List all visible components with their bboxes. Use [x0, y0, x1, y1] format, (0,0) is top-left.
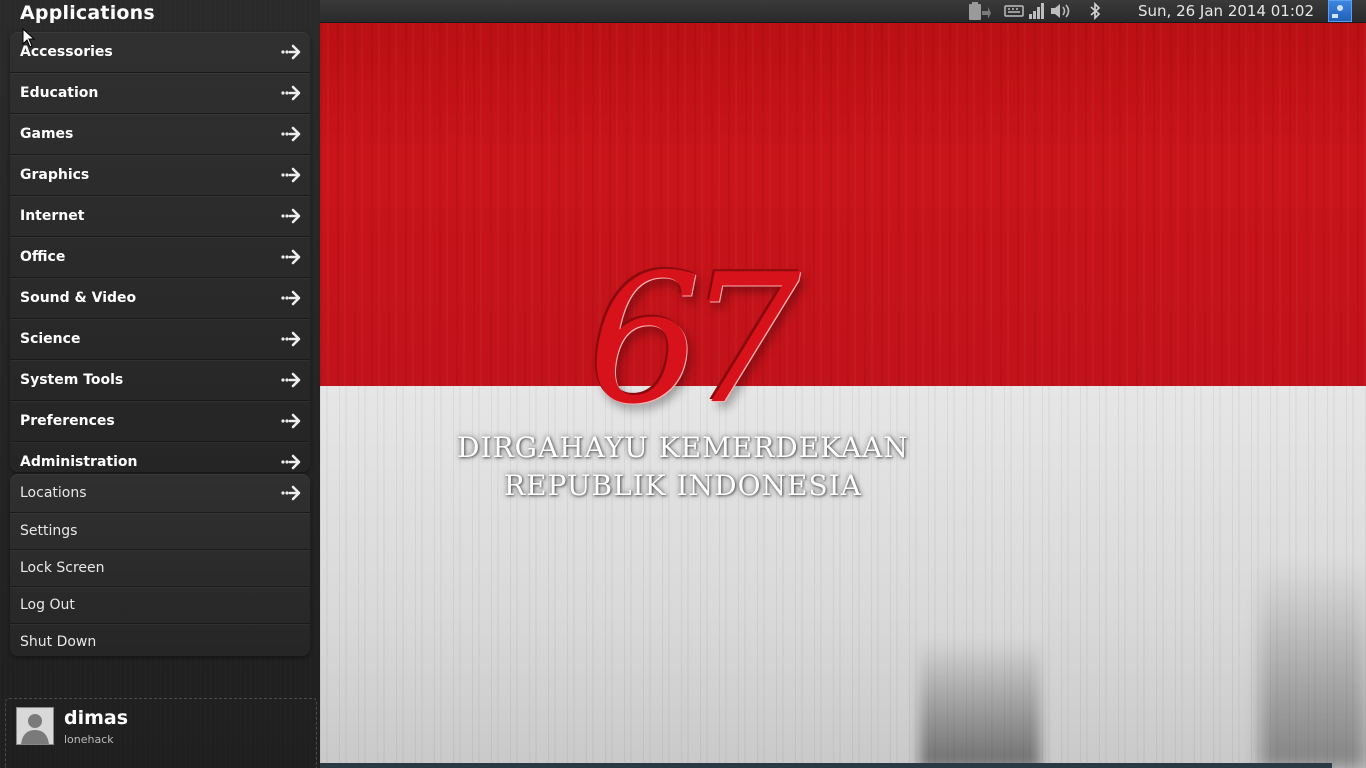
menu-item-label: Locations	[20, 485, 87, 501]
arrow-right-icon	[281, 331, 301, 347]
category-internet[interactable]: Internet	[10, 196, 310, 237]
arrow-right-icon	[281, 413, 301, 429]
category-label: Administration	[20, 454, 138, 470]
category-science[interactable]: Science	[10, 319, 310, 360]
menu-item-label: Log Out	[20, 597, 75, 613]
arrow-right-icon	[281, 167, 301, 183]
wallpaper-caption-line2: REPUBLIK INDONESIA	[504, 469, 862, 502]
category-sound-video[interactable]: Sound & Video	[10, 278, 310, 319]
wallpaper-shadow	[920, 640, 1040, 768]
arrow-right-icon	[281, 290, 301, 306]
category-label: Preferences	[20, 413, 115, 429]
category-education[interactable]: Education	[10, 73, 310, 114]
category-administration[interactable]: Administration	[10, 442, 310, 472]
arrow-right-icon	[281, 44, 301, 60]
arrow-right-icon	[281, 208, 301, 224]
user-menu-icon[interactable]	[1328, 0, 1352, 22]
avatar	[16, 707, 54, 745]
menu-item-settings[interactable]: Settings	[10, 513, 310, 550]
wallpaper-shadow	[1260, 560, 1366, 768]
category-label: Sound & Video	[20, 290, 137, 306]
clock[interactable]: Sun, 26 Jan 2014 01:02	[1138, 0, 1314, 22]
category-games[interactable]: Games	[10, 114, 310, 155]
battery-icon[interactable]	[964, 0, 994, 22]
arrow-right-icon	[281, 485, 301, 501]
wallpaper-number: 67	[588, 236, 800, 443]
menu-item-log-out[interactable]: Log Out	[10, 587, 310, 624]
category-label: Education	[20, 85, 99, 101]
volume-icon[interactable]	[1048, 0, 1074, 22]
bottom-panel-edge	[320, 763, 1332, 768]
network-signal-icon[interactable]	[1026, 0, 1048, 22]
keyboard-icon[interactable]	[1002, 0, 1026, 22]
menu-item-label: Settings	[20, 523, 78, 539]
category-label: Office	[20, 249, 66, 265]
mouse-cursor-icon	[22, 28, 36, 48]
menu-item-label: Lock Screen	[20, 560, 105, 576]
category-label: Games	[20, 126, 74, 142]
bluetooth-icon[interactable]	[1086, 0, 1104, 22]
category-label: Graphics	[20, 167, 90, 183]
arrow-right-icon	[281, 126, 301, 142]
system-menu-list: Locations Settings Lock Screen Log Out S…	[10, 474, 310, 656]
category-label: System Tools	[20, 372, 124, 388]
app-category-list: Accessories Education Games Graphics Int…	[10, 32, 310, 472]
arrow-right-icon	[281, 454, 301, 470]
applications-sidebar: Applications Accessories Education Games…	[0, 0, 320, 768]
flag-red-band	[320, 0, 1366, 386]
user-hostname: lonehack	[64, 733, 114, 746]
menu-item-shut-down[interactable]: Shut Down	[10, 624, 310, 656]
top-panel: Sun, 26 Jan 2014 01:02	[320, 0, 1366, 23]
arrow-right-icon	[281, 85, 301, 101]
menu-item-locations[interactable]: Locations	[10, 474, 310, 513]
user-account-box[interactable]: dimas lonehack	[5, 698, 317, 768]
category-system-tools[interactable]: System Tools	[10, 360, 310, 401]
menu-item-label: Shut Down	[20, 634, 97, 650]
category-label: Internet	[20, 208, 85, 224]
arrow-right-icon	[281, 372, 301, 388]
category-label: Science	[20, 331, 81, 347]
category-office[interactable]: Office	[10, 237, 310, 278]
desktop-wallpaper: 67 DIRGAHAYU KEMERDEKAAN REPUBLIK INDONE…	[320, 0, 1366, 768]
wallpaper-caption-line1: DIRGAHAYU KEMERDEKAAN	[457, 431, 909, 464]
category-accessories[interactable]: Accessories	[10, 32, 310, 73]
category-preferences[interactable]: Preferences	[10, 401, 310, 442]
sidebar-title: Applications	[20, 2, 155, 24]
menu-item-lock-screen[interactable]: Lock Screen	[10, 550, 310, 587]
category-graphics[interactable]: Graphics	[10, 155, 310, 196]
user-name: dimas	[64, 707, 129, 729]
arrow-right-icon	[281, 249, 301, 265]
